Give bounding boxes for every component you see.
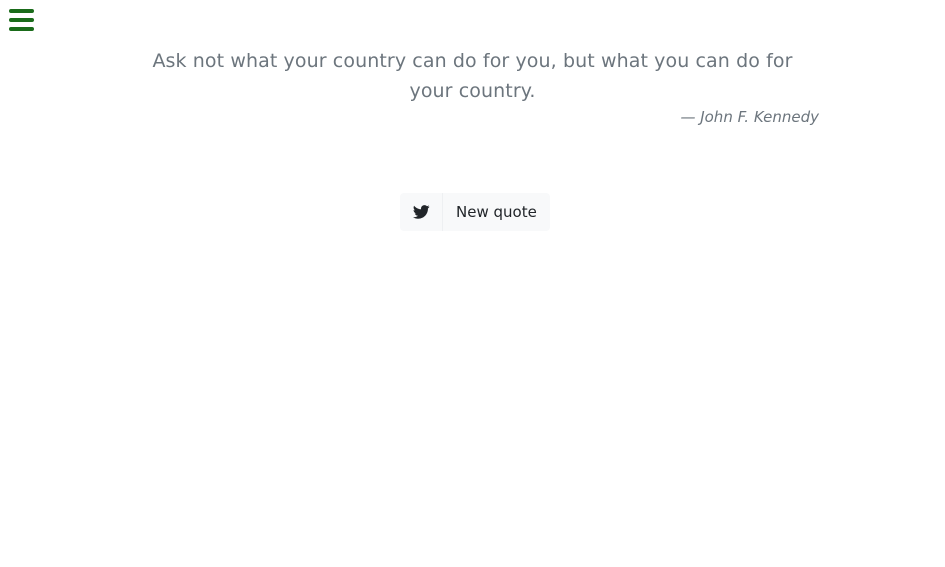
quote-author: — John F. Kennedy	[680, 108, 819, 126]
quote-block: Ask not what your country can do for you…	[150, 46, 795, 106]
menu-bar-middle	[9, 18, 34, 22]
menu-bar-top	[9, 9, 34, 13]
quote-page: Ask not what your country can do for you…	[0, 0, 945, 567]
hamburger-menu-icon[interactable]	[9, 9, 34, 31]
quote-text: Ask not what your country can do for you…	[152, 50, 793, 102]
new-quote-button[interactable]: New quote	[442, 193, 550, 231]
tweet-button[interactable]	[400, 193, 442, 231]
twitter-icon	[412, 205, 430, 219]
menu-bar-bottom	[9, 27, 34, 31]
quote-actions: New quote	[400, 193, 550, 231]
